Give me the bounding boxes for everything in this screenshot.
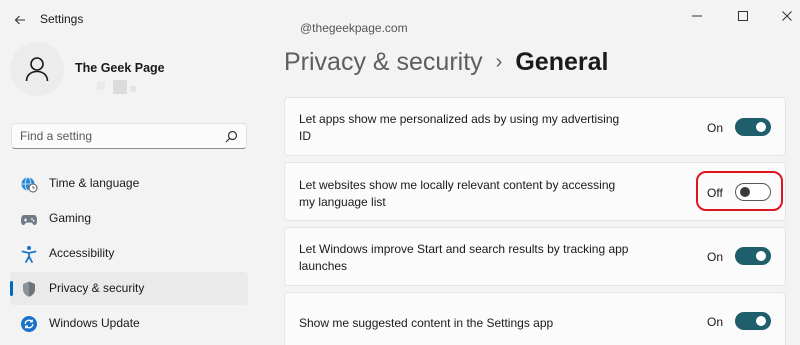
minimize-button[interactable] [682, 4, 712, 28]
accessibility-icon [20, 245, 38, 263]
redacted-email-block [97, 82, 105, 90]
update-icon [20, 315, 38, 333]
app-title: Settings [40, 12, 84, 26]
back-button[interactable] [8, 10, 32, 30]
shield-icon [20, 280, 38, 298]
profile-name: The Geek Page [75, 61, 165, 75]
toggle-state-label: On [707, 315, 724, 329]
close-icon [782, 11, 792, 21]
suggested-content-toggle[interactable] [735, 312, 771, 330]
setting-description: Let Windows improve Start and search res… [299, 242, 629, 273]
breadcrumb-separator: › [495, 51, 503, 73]
avatar[interactable] [10, 42, 64, 96]
sidebar-item-label: Time & language [49, 176, 140, 190]
back-arrow-icon [14, 15, 25, 25]
toggle-knob [756, 316, 766, 326]
toggle-state-label: On [707, 250, 724, 264]
sidebar-item-windows-update[interactable]: Windows Update [10, 307, 248, 340]
setting-card-personalized-ads: Let apps show me personalized ads by usi… [284, 97, 786, 156]
sidebar-item-label: Windows Update [49, 316, 140, 330]
maximize-icon [738, 11, 748, 21]
sidebar-item-label: Accessibility [49, 246, 115, 260]
breadcrumb-parent[interactable]: Privacy & security [284, 48, 483, 76]
user-icon [25, 57, 49, 82]
sidebar-item-gaming[interactable]: Gaming [10, 202, 248, 235]
setting-description: Show me suggested content in the Setting… [299, 316, 554, 330]
search-icon[interactable] [225, 130, 238, 143]
search-box [11, 123, 247, 149]
minimize-icon [692, 15, 702, 17]
page-title: General [515, 48, 609, 76]
selection-indicator [10, 281, 13, 296]
redacted-email-block [130, 86, 136, 92]
annotation-highlight [696, 171, 783, 211]
close-button[interactable] [772, 4, 800, 28]
sidebar-item-label: Gaming [49, 211, 92, 225]
redacted-email-block [113, 80, 127, 94]
track-app-launches-toggle[interactable] [735, 247, 771, 265]
setting-description: Let websites show me locally relevant co… [299, 178, 616, 209]
breadcrumb: Privacy & security › General [284, 48, 608, 77]
setting-card-track-app-launches: Let Windows improve Start and search res… [284, 227, 786, 286]
gamepad-icon [20, 210, 38, 228]
sidebar-item-accessibility[interactable]: Accessibility [10, 237, 248, 270]
globe-clock-icon [20, 175, 38, 193]
toggle-knob [756, 251, 766, 261]
setting-card-suggested-content: Show me suggested content in the Setting… [284, 292, 786, 345]
sidebar-item-time-language[interactable]: Time & language [10, 167, 248, 200]
toggle-state-label: On [707, 121, 724, 135]
watermark-text: @thegeekpage.com [300, 21, 408, 35]
setting-description: Let apps show me personalized ads by usi… [299, 112, 620, 143]
search-input[interactable] [20, 129, 210, 143]
toggle-knob [756, 122, 766, 132]
maximize-button[interactable] [728, 4, 758, 28]
sidebar-item-privacy-security[interactable]: Privacy & security [10, 272, 248, 305]
personalized-ads-toggle[interactable] [735, 118, 771, 136]
sidebar-item-label: Privacy & security [49, 281, 145, 295]
